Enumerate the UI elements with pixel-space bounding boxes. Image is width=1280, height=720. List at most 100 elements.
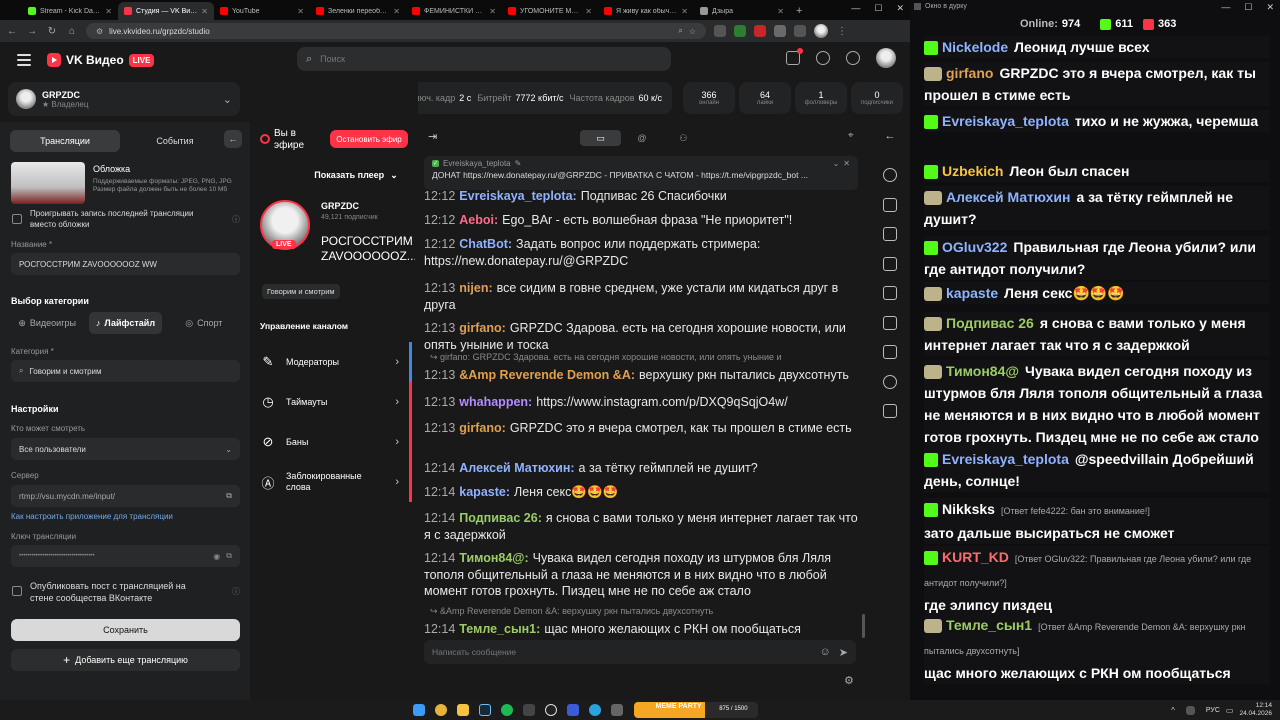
popout-author[interactable]: KURT_KD <box>942 549 1009 565</box>
chat-message[interactable]: 12:14 Тимон84@: Чувака видел сегодня поход… <box>424 550 858 600</box>
new-tab-button[interactable]: + <box>796 5 802 17</box>
cover-thumbnail[interactable] <box>11 162 85 204</box>
add-icon[interactable] <box>816 51 830 65</box>
cat-sport-tab[interactable]: ◎ Спорт <box>168 312 240 334</box>
obs-icon[interactable] <box>544 704 557 716</box>
close-tab-icon[interactable]: ✕ <box>201 7 208 16</box>
popout-author[interactable]: Evreiskaya_teplota <box>942 451 1069 467</box>
network-icon[interactable]: ▭ <box>1226 706 1234 715</box>
server-field[interactable]: rtmp://vsu.mycdn.me/input/ ⧉ <box>11 485 240 507</box>
media-icon[interactable] <box>566 704 579 716</box>
site-info-icon[interactable]: ⚙ <box>96 27 103 36</box>
popout-message[interactable]: Uzbekich Леон был спасен <box>924 160 1270 182</box>
copy-icon[interactable]: ⧉ <box>226 491 232 501</box>
gem-icon[interactable] <box>883 227 897 241</box>
maximize-icon[interactable]: ☐ <box>874 3 882 14</box>
mentions-tab-icon[interactable]: @ <box>621 130 662 146</box>
popout-message[interactable]: KURT_KD [Ответ OGluv322: Правильная где Л… <box>924 546 1270 616</box>
message-author[interactable]: girfano: <box>459 321 506 335</box>
close-tab-icon[interactable]: ✕ <box>585 7 592 16</box>
popout-message[interactable]: Nikksks [Ответ fefe4222: бан это внимание… <box>924 498 1270 544</box>
popout-author[interactable]: Тимон84@ <box>946 363 1019 379</box>
browser-tab[interactable]: YouTube ✕ <box>214 2 310 20</box>
extension-icon[interactable] <box>714 25 726 37</box>
save-button[interactable]: Сохранить <box>11 619 240 641</box>
chevron-down-icon[interactable]: ⌄ <box>833 159 840 168</box>
chat-message[interactable]: 12:13 girfano: GRPZDC Здарова. есть на сег… <box>424 320 858 353</box>
chat-message[interactable]: 12:12 Aeboi: Ego_BAr - есть волшебная фраз… <box>424 212 858 229</box>
message-author[interactable]: kapaste: <box>459 485 510 499</box>
message-author[interactable]: Алексей Матюхин: <box>459 461 574 475</box>
stop-stream-button[interactable]: Остановить эфир <box>330 130 408 148</box>
steam-icon[interactable] <box>478 704 491 716</box>
who-can-watch-select[interactable]: Все пользователи ⌄ <box>11 438 240 460</box>
info-icon[interactable]: ⓘ <box>232 214 240 225</box>
popout-message[interactable]: Evreiskaya_teplota @speedvillain Добрейши… <box>924 448 1270 492</box>
browser-tab[interactable]: Stream - Kick Dashboard ✕ <box>22 2 118 20</box>
chat-message[interactable]: 12:14 kapaste: Леня секс🤩🤩🤩 <box>424 484 858 501</box>
dice-icon[interactable] <box>883 256 897 271</box>
tab-events[interactable]: События <box>120 130 230 152</box>
send-icon[interactable]: ➤ <box>839 646 848 659</box>
popout-message[interactable]: Темле_сын1 [Ответ &Amp Reverende Demon &A… <box>924 614 1270 684</box>
hamburger-menu-icon[interactable] <box>17 54 31 66</box>
cat-lifestyle-tab[interactable]: ♪ Лайфстайл <box>89 312 162 334</box>
browser-tab[interactable]: Дзыра ✕ <box>694 2 790 20</box>
forward-icon[interactable]: → <box>26 26 38 37</box>
copy-icon[interactable]: ⧉ <box>226 551 232 561</box>
tab-streams[interactable]: Трансляции <box>10 130 120 152</box>
popout-message[interactable]: OGluv322 Правильная где Леона убили? или … <box>924 236 1270 280</box>
close-tab-icon[interactable]: ✕ <box>489 7 496 16</box>
bookmark-star-icon[interactable]: ☆ <box>689 27 696 36</box>
home-icon[interactable]: ⌂ <box>66 26 78 37</box>
category-input[interactable]: ⌕ Говорим и смотрим <box>11 360 240 382</box>
chat-message[interactable]: 12:13 nijen: все сидим в говне среднем, уж… <box>424 280 858 313</box>
message-author[interactable]: Evreiskaya_teplota: <box>459 189 576 203</box>
extensions-puzzle-icon[interactable] <box>794 25 806 37</box>
add-stream-button[interactable]: + Добавить еще трансляцию <box>11 649 240 671</box>
windows-start-icon[interactable] <box>412 704 425 716</box>
popout-author[interactable]: Nikksks <box>942 501 995 517</box>
close-icon[interactable]: ✕ <box>1266 2 1274 13</box>
tray-app-icon[interactable] <box>1185 705 1195 715</box>
replay-checkbox[interactable] <box>12 214 22 224</box>
reload-icon[interactable]: ↻ <box>46 26 58 37</box>
users-tab-icon[interactable]: ⚇ <box>663 130 704 146</box>
expand-chat-icon[interactable]: ⇥ <box>428 130 437 143</box>
profile-avatar[interactable] <box>814 24 828 38</box>
notifications-icon[interactable] <box>786 48 803 65</box>
chrome-icon[interactable] <box>434 704 447 716</box>
pinned-message[interactable]: ✓ Evreiskaya_teplota ✎ ⌄ ✕ ДОНАТ https:/… <box>424 156 858 190</box>
popout-message[interactable]: Алексей Матюхин а за тётку геймплей не ду… <box>924 186 1270 230</box>
close-tab-icon[interactable]: ✕ <box>393 7 400 16</box>
language-indicator[interactable]: РУС <box>1206 707 1220 714</box>
popout-author[interactable]: Алексей Матюхин <box>946 189 1070 205</box>
publish-post-checkbox[interactable] <box>12 586 22 596</box>
extension-icon[interactable] <box>774 25 786 37</box>
chat-message[interactable]: 12:13 whahappen: https://www.instagram.com… <box>424 394 858 411</box>
title-input[interactable]: РОСГОССТРИМ ZAVOOOOOOZ WW <box>11 253 240 275</box>
minimize-icon[interactable]: — <box>1221 2 1230 13</box>
folder-icon[interactable] <box>456 704 469 716</box>
show-player-button[interactable]: Показать плеер ⌄ <box>306 165 406 185</box>
message-author[interactable]: whahappen: <box>459 395 532 409</box>
browser-tab[interactable]: ФЕМИНИСТКИ БОРЩ…✕ <box>406 2 502 20</box>
chat-tab-icon[interactable]: ▭ <box>580 130 622 146</box>
chat-scrollbar[interactable] <box>862 614 865 638</box>
clock[interactable]: 12:14 24.04.2026 <box>1239 702 1272 718</box>
minimize-icon[interactable]: — <box>851 3 860 14</box>
browser-tab[interactable]: УГОМОНИТЕ МИЛЛЕ… ✕ <box>502 2 598 20</box>
chat-input[interactable]: Написать сообщение ☺ ➤ <box>424 640 856 664</box>
popout-author[interactable]: Evreiskaya_teplota <box>942 113 1069 129</box>
back-arrow-icon[interactable]: ← <box>885 130 896 142</box>
info-icon[interactable]: ⓘ <box>232 586 240 597</box>
chat-message[interactable]: 12:13 &Amp Reverende Demon &A: верхушку рк… <box>424 367 858 384</box>
menu-item-3[interactable]: Ⓐ Заблокированные слова › <box>250 462 412 502</box>
menu-item-1[interactable]: ◷ Таймауты › <box>250 382 412 422</box>
chat-message[interactable]: 12:14 Темле_сын1: щас много желающих с РКН… <box>424 621 858 638</box>
back-icon[interactable]: ← <box>6 26 18 37</box>
stream-key-field[interactable]: •••••••••••••••••••••••••••••••••••• ◉ ⧉ <box>11 545 240 567</box>
channel-selector[interactable]: GRPZDC ★ Владелец ⌄ <box>8 82 240 116</box>
message-author[interactable]: ChatBot: <box>459 237 512 251</box>
close-icon[interactable]: ✕ <box>843 159 850 168</box>
